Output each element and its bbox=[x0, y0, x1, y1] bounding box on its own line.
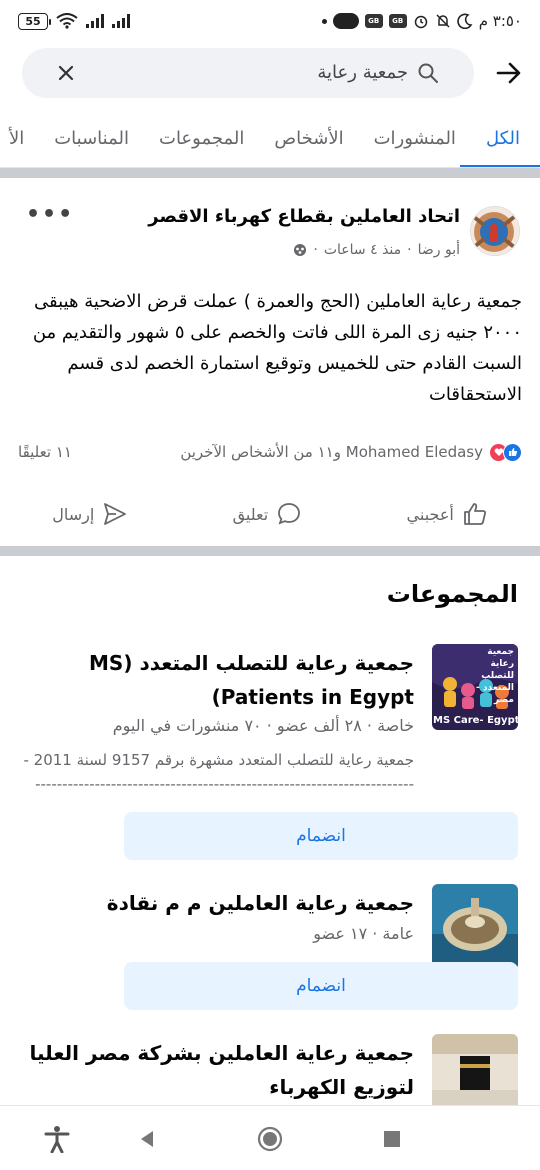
group-name[interactable]: جمعية رعاية للتصلب المتعدد (MS Patients … bbox=[20, 646, 414, 714]
accessibility-icon[interactable] bbox=[42, 1124, 72, 1154]
gallery-notification-icon: GB bbox=[388, 14, 407, 28]
groups-section-title: المجموعات bbox=[386, 580, 518, 608]
group-description: جمعية رعاية للتصلب المتعدد مشهرة برقم 91… bbox=[23, 751, 414, 793]
search-query: جمعية رعاية bbox=[317, 62, 408, 83]
post-meta: أبو رضا · منذ ٤ ساعات · bbox=[293, 242, 460, 258]
group-thumbnail-title: جمعية رعاية للتصلب المتعدد - مصر bbox=[476, 647, 514, 705]
reactions-summary[interactable]: Mohamed Eledasy و١١ من الأشخاص الآخرين bbox=[180, 442, 522, 462]
dot-icon bbox=[321, 18, 327, 24]
group-name[interactable]: جمعية رعاية العاملين بشركة مصر العليا لت… bbox=[20, 1036, 414, 1104]
tab-label: المناسبات bbox=[54, 128, 129, 149]
group-thumbnail[interactable] bbox=[432, 884, 518, 970]
battery-icon: 55 bbox=[18, 12, 51, 30]
gallery-notification-icon-2: GB bbox=[364, 14, 383, 28]
tab-label: المنشورات bbox=[373, 128, 456, 149]
like-reaction-icon bbox=[503, 442, 522, 462]
tab-posts[interactable]: المنشورات bbox=[373, 110, 456, 167]
thumbs-up-icon bbox=[463, 503, 486, 525]
comment-label: تعليق bbox=[232, 504, 269, 524]
group-meta: عامة · ١٧ عضو bbox=[313, 924, 414, 943]
search-icon bbox=[418, 63, 438, 83]
wifi-icon bbox=[56, 13, 78, 29]
group-meta: خاصة · ٢٨ ألف عضو · ٧٠ منشورات في اليوم bbox=[112, 716, 414, 735]
tab-groups[interactable]: المجموعات bbox=[159, 110, 245, 167]
tab-people[interactable]: الأشخاص bbox=[274, 110, 344, 167]
tab-label: المجموعات bbox=[159, 128, 245, 149]
search-header: جمعية رعاية bbox=[0, 44, 540, 104]
join-label: انضمام bbox=[296, 976, 346, 996]
post-page-name[interactable]: اتحاد العاملين بقطاع كهرباء الاقصر bbox=[148, 206, 460, 227]
recents-nav-icon[interactable] bbox=[377, 1124, 407, 1154]
group-audience-icon bbox=[294, 244, 307, 256]
join-label: انضمام bbox=[296, 826, 346, 846]
home-nav-icon[interactable] bbox=[255, 1124, 285, 1154]
group-name[interactable]: جمعية رعاية العاملين م م نقادة bbox=[20, 886, 414, 920]
tab-more[interactable]: الأ bbox=[8, 110, 25, 167]
signal-icon-2 bbox=[112, 14, 130, 28]
tab-events[interactable]: المناسبات bbox=[54, 110, 129, 167]
messenger-bubble-icon bbox=[332, 13, 359, 29]
reactions-bar[interactable]: Mohamed Eledasy و١١ من الأشخاص الآخرين ١… bbox=[18, 440, 522, 464]
group-thumbnail[interactable] bbox=[432, 1034, 518, 1105]
send-icon bbox=[104, 503, 127, 525]
group-thumbnail-caption: MS Care- Egypt bbox=[433, 715, 518, 726]
moon-icon bbox=[457, 13, 473, 29]
status-left: 55 bbox=[18, 12, 130, 30]
send-button[interactable]: إرسال bbox=[52, 501, 128, 527]
comment-icon bbox=[278, 503, 301, 525]
status-right: ٣:٥٠ م GB GB bbox=[321, 12, 522, 30]
system-navigation-bar bbox=[0, 1105, 540, 1170]
reaction-icons bbox=[489, 442, 522, 462]
join-group-button[interactable]: انضمام bbox=[124, 812, 518, 860]
like-button[interactable]: أعجبني bbox=[407, 501, 488, 527]
post-actions: أعجبني تعليق إرسال bbox=[0, 488, 540, 540]
group-thumbnail[interactable]: جمعية رعاية للتصلب المتعدد - مصر MS Care… bbox=[432, 644, 518, 730]
page-avatar[interactable] bbox=[470, 206, 520, 256]
tab-label: الأشخاص bbox=[274, 128, 344, 149]
post-time[interactable]: منذ ٤ ساعات bbox=[324, 242, 401, 258]
status-time: ٣:٥٠ م bbox=[478, 12, 522, 30]
join-group-button[interactable]: انضمام bbox=[124, 962, 518, 1010]
tab-label: الأ bbox=[8, 128, 25, 149]
section-divider bbox=[0, 168, 540, 178]
post-body: جمعية رعاية العاملين (الحج والعمرة ) عمل… bbox=[32, 291, 522, 405]
tab-all[interactable]: الكل bbox=[460, 110, 540, 167]
post-author[interactable]: أبو رضا bbox=[418, 242, 460, 258]
clear-search-icon[interactable] bbox=[54, 61, 78, 85]
reactions-text: Mohamed Eledasy و١١ من الأشخاص الآخرين bbox=[180, 443, 483, 461]
comment-button[interactable]: تعليق bbox=[233, 501, 303, 527]
alarm-icon bbox=[414, 15, 427, 29]
more-options-icon[interactable]: ••• bbox=[26, 202, 74, 227]
meta-separator: · bbox=[407, 242, 412, 258]
meta-separator: · bbox=[313, 242, 318, 258]
tab-label: الكل bbox=[485, 128, 520, 149]
notifications-off-icon bbox=[436, 14, 450, 28]
search-input[interactable]: جمعية رعاية bbox=[22, 48, 474, 98]
signal-icon bbox=[86, 14, 104, 28]
comments-count[interactable]: ١١ تعليقًا bbox=[18, 443, 72, 461]
back-arrow-icon[interactable] bbox=[492, 57, 524, 89]
search-filter-tabs: الكل المنشورات الأشخاص المجموعات المناسب… bbox=[0, 110, 540, 168]
like-label: أعجبني bbox=[406, 504, 454, 524]
post-card: اتحاد العاملين بقطاع كهرباء الاقصر أبو ر… bbox=[0, 178, 540, 546]
status-bar: 55 ٣:٥٠ م GB GB bbox=[0, 0, 540, 42]
section-divider bbox=[0, 546, 540, 556]
back-nav-icon[interactable] bbox=[132, 1124, 162, 1154]
send-label: إرسال bbox=[52, 504, 95, 524]
